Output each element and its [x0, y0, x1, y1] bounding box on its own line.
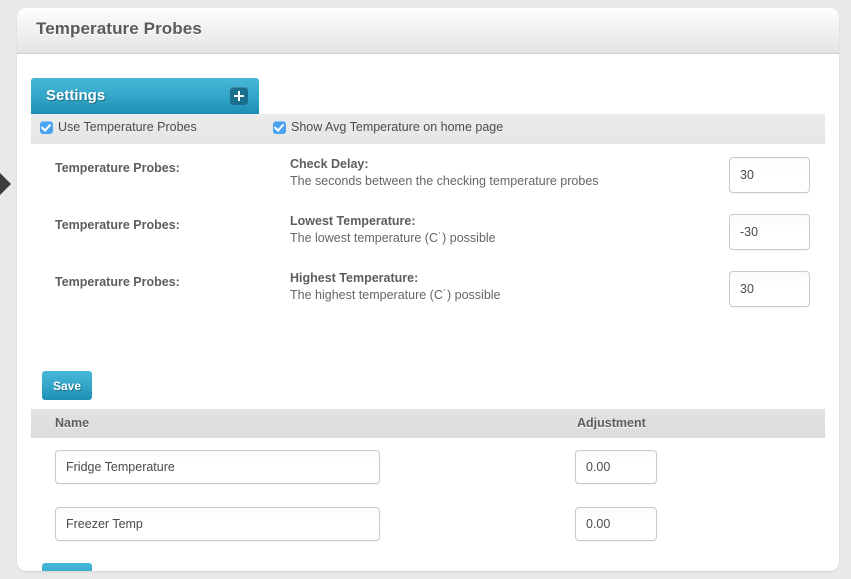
- checkbox-use-temperature-probes[interactable]: Use Temperature Probes: [40, 120, 197, 134]
- probe-name-cell: [55, 450, 380, 484]
- probe-name-input[interactable]: [55, 450, 380, 484]
- plus-icon[interactable]: [230, 87, 248, 105]
- save-settings-button[interactable]: Save: [42, 371, 92, 400]
- tab-strip: Settings: [31, 78, 825, 114]
- setting-row-key: Temperature Probes:: [55, 218, 180, 232]
- checkbox-show-avg-temperature[interactable]: Show Avg Temperature on home page: [273, 120, 503, 134]
- setting-row-key: Temperature Probes:: [55, 161, 180, 175]
- setting-row-highest-temperature: Temperature Probes: Highest Temperature:…: [31, 268, 825, 324]
- window-titlebar: Temperature Probes: [17, 8, 839, 54]
- setting-row-description: Lowest Temperature: The lowest temperatu…: [290, 213, 720, 247]
- checkbox-checked-icon[interactable]: [273, 120, 286, 134]
- highest-temperature-input[interactable]: [729, 271, 810, 307]
- probe-name-cell: [55, 507, 380, 541]
- table-row: [31, 499, 825, 548]
- left-edge-pointer-icon: [0, 173, 11, 195]
- checkbox-show-avg-temperature-label: Show Avg Temperature on home page: [291, 120, 504, 134]
- setting-row-field: [729, 157, 810, 193]
- checkbox-use-temperature-probes-label: Use Temperature Probes: [58, 120, 197, 134]
- save-probes-button[interactable]: Save: [42, 563, 92, 571]
- column-header-name: Name: [55, 416, 90, 430]
- setting-row-description: Highest Temperature: The highest tempera…: [290, 270, 720, 304]
- probe-adjustment-cell: [575, 450, 657, 484]
- check-mark-icon: [40, 120, 52, 132]
- page-title: Temperature Probes: [36, 19, 202, 38]
- tab-settings[interactable]: Settings: [31, 78, 259, 114]
- probes-table-header: Name Adjustment: [31, 409, 825, 438]
- setting-row-title: Highest Temperature:: [290, 271, 419, 285]
- setting-row-lowest-temperature: Temperature Probes: Lowest Temperature: …: [31, 211, 825, 267]
- check-delay-input[interactable]: [729, 157, 810, 193]
- checkbox-checked-icon[interactable]: [40, 120, 53, 134]
- column-header-adjustment: Adjustment: [577, 416, 646, 430]
- setting-row-subtext: The highest temperature (C˙) possible: [290, 288, 501, 302]
- setting-row-field: [729, 271, 810, 307]
- setting-row-field: [729, 214, 810, 250]
- lowest-temperature-input[interactable]: [729, 214, 810, 250]
- setting-row-check-delay: Temperature Probes: Check Delay: The sec…: [31, 154, 825, 210]
- probe-adjustment-cell: [575, 507, 657, 541]
- setting-row-title: Lowest Temperature:: [290, 214, 416, 228]
- probe-name-input[interactable]: [55, 507, 380, 541]
- probe-adjustment-input[interactable]: [575, 507, 657, 541]
- probe-adjustment-input[interactable]: [575, 450, 657, 484]
- setting-row-title: Check Delay:: [290, 157, 369, 171]
- plus-icon-vertical-bar: [238, 91, 240, 101]
- table-row: [31, 442, 825, 491]
- setting-row-description: Check Delay: The seconds between the che…: [290, 156, 720, 190]
- tab-settings-label: Settings: [46, 87, 106, 104]
- check-mark-icon: [273, 120, 285, 132]
- checkbox-strip: Use Temperature Probes Show Avg Temperat…: [31, 114, 825, 144]
- setting-row-key: Temperature Probes:: [55, 275, 180, 289]
- setting-row-subtext: The lowest temperature (C˙) possible: [290, 231, 496, 245]
- main-window: Temperature Probes Settings Use Temperat…: [17, 8, 839, 571]
- setting-row-subtext: The seconds between the checking tempera…: [290, 174, 599, 188]
- panel-body: Settings Use Temperature Probes Show Avg…: [17, 54, 839, 571]
